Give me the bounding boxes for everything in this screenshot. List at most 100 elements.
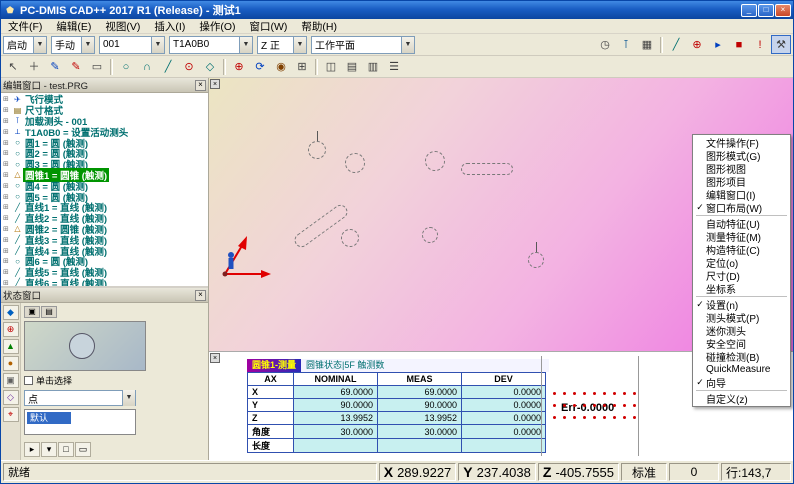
mark-tool-icon[interactable]: ✎ <box>66 57 86 76</box>
feature-mode-icon[interactable]: ◆ <box>3 305 19 320</box>
menu-item-5[interactable]: 窗口(W) <box>243 18 295 35</box>
checkbox-icon[interactable] <box>24 376 33 385</box>
prev-view-button[interactable]: ▸ <box>24 442 40 457</box>
workplane-combo[interactable]: Z 正▼ <box>257 36 307 54</box>
maximize-button[interactable]: □ <box>758 4 774 17</box>
tree-expand-icon[interactable]: ⊞ <box>3 95 12 103</box>
path-lines-button-icon[interactable]: ╱ <box>666 35 686 54</box>
tree-expand-icon[interactable]: ⊞ <box>3 257 12 265</box>
tree-expand-icon[interactable]: ⊞ <box>3 160 12 168</box>
menu-item-4[interactable]: 操作(O) <box>192 18 242 35</box>
collision-alert-button-icon[interactable]: ! <box>750 35 770 54</box>
plane-status-icon[interactable]: ▣ <box>3 373 19 388</box>
context-menu-item-12[interactable]: 坐标系 <box>694 282 789 295</box>
single-select-checkbox[interactable]: 单击选择 <box>24 374 205 387</box>
zoom-fit-tool-icon[interactable]: ◉ <box>271 57 291 76</box>
tree-expand-icon[interactable]: ⊞ <box>3 117 12 125</box>
report-close-icon[interactable]: × <box>210 353 220 363</box>
execute-button-icon[interactable]: ▸ <box>708 35 728 54</box>
line-feature-tool-icon[interactable]: ╱ <box>158 57 178 76</box>
chevron-down-icon[interactable]: ▼ <box>239 37 252 53</box>
context-menu-item-5[interactable]: ✓窗口布局(W) <box>694 201 789 214</box>
probe-hits-icon[interactable]: ⊕ <box>3 322 19 337</box>
preset-list[interactable]: 默认 <box>24 409 136 435</box>
probe-tip-combo[interactable]: T1A0B0▼ <box>169 36 253 54</box>
reset-view-button[interactable]: □ <box>58 442 74 457</box>
alignment-combo[interactable]: 启动▼ <box>3 36 47 54</box>
tree-expand-icon[interactable]: ⊞ <box>3 268 12 276</box>
mode-combo[interactable]: 手动▼ <box>51 36 95 54</box>
probe-file-combo[interactable]: 001▼ <box>99 36 165 54</box>
cad-slot-feature[interactable] <box>461 163 513 175</box>
box-select-tool-icon[interactable]: ▭ <box>87 57 107 76</box>
circle-feature-tool-icon[interactable]: ○ <box>116 57 136 76</box>
tree-expand-icon[interactable]: ⊞ <box>3 149 12 157</box>
point-feature-tool-icon[interactable]: ⊙ <box>179 57 199 76</box>
chevron-down-icon[interactable]: ▼ <box>401 37 414 53</box>
tree-expand-icon[interactable]: ⊞ <box>3 171 12 179</box>
minimize-button[interactable]: _ <box>741 4 757 17</box>
cad-circle-feature[interactable] <box>422 227 438 243</box>
arc-feature-tool-icon[interactable]: ∩ <box>137 57 157 76</box>
crosshair-tool-icon[interactable]: ＋ <box>24 57 44 76</box>
cad-circle-feature[interactable] <box>425 151 445 171</box>
cad-circle-feature[interactable] <box>528 252 544 268</box>
text-preview-tab[interactable]: ▤ <box>41 306 57 318</box>
program-edit-tool-icon[interactable]: ✎ <box>45 57 65 76</box>
tree-expand-icon[interactable]: ⊞ <box>3 128 12 136</box>
tree-item-17[interactable]: ⊞╱直线6 = 直线 (触测) <box>3 278 208 286</box>
tree-expand-icon[interactable]: ⊞ <box>3 106 12 114</box>
next-view-button[interactable]: ▾ <box>41 442 57 457</box>
cad-circle-feature[interactable] <box>345 153 365 173</box>
stop-button-icon[interactable]: ■ <box>729 35 749 54</box>
tree-expand-icon[interactable]: ⊞ <box>3 214 12 222</box>
text-view-tool-icon[interactable]: ▥ <box>363 57 383 76</box>
split-pane-tool-icon[interactable]: ◫ <box>321 57 341 76</box>
rotate-view-tool-icon[interactable]: ⟳ <box>250 57 270 76</box>
cad-close-icon[interactable]: × <box>210 79 220 89</box>
edit-window-close-icon[interactable]: × <box>195 80 206 91</box>
graphic-preview-tab[interactable]: ▣ <box>24 306 40 318</box>
tree-expand-icon[interactable]: ⊞ <box>3 236 12 244</box>
context-menu-item-20[interactable]: ✓向导 <box>694 376 789 389</box>
chevron-down-icon[interactable]: ▼ <box>151 37 164 53</box>
chevron-down-icon[interactable]: ▼ <box>81 37 94 53</box>
probe-toolbox-button-icon[interactable]: ⊺ <box>616 35 636 54</box>
cylinder-status-icon[interactable]: ◇ <box>3 390 19 405</box>
status-window-close-icon[interactable]: × <box>195 290 206 301</box>
menu-item-2[interactable]: 视图(V) <box>98 18 147 35</box>
tree-expand-icon[interactable]: ⊞ <box>3 279 12 286</box>
grid-view-tool-icon[interactable]: ⊞ <box>292 57 312 76</box>
timer-button-icon[interactable]: ◷ <box>595 35 615 54</box>
tree-expand-icon[interactable]: ⊞ <box>3 203 12 211</box>
chevron-down-icon[interactable]: ▼ <box>293 37 306 53</box>
tree-expand-icon[interactable]: ⊞ <box>3 247 12 255</box>
auto-circle-tool-icon[interactable]: ⊕ <box>229 57 249 76</box>
tree-expand-icon[interactable]: ⊞ <box>3 193 12 201</box>
menu-item-0[interactable]: 文件(F) <box>1 18 49 35</box>
fit-view-button[interactable]: ▭ <box>75 442 91 457</box>
context-menu-item-18[interactable]: 碰撞检测(B) <box>694 350 789 363</box>
select-tool-icon[interactable]: ↖ <box>3 57 23 76</box>
sphere-status-icon[interactable]: ● <box>3 356 19 371</box>
point-info-button-icon[interactable]: ⊕ <box>687 35 707 54</box>
plane-feature-tool-icon[interactable]: ◇ <box>200 57 220 76</box>
cad-circle-feature[interactable] <box>341 229 359 247</box>
chevron-down-icon[interactable]: ▼ <box>122 390 135 406</box>
cone-status-icon[interactable]: ▲ <box>3 339 19 354</box>
report-view-tool-icon[interactable]: ▤ <box>342 57 362 76</box>
list-view-tool-icon[interactable]: ☰ <box>384 57 404 76</box>
tree-expand-icon[interactable]: ⊞ <box>3 182 12 190</box>
menu-item-3[interactable]: 插入(I) <box>147 18 192 35</box>
menu-item-1[interactable]: 编辑(E) <box>49 18 98 35</box>
tree-expand-icon[interactable]: ⊞ <box>3 225 12 233</box>
target-status-icon[interactable]: ⌖ <box>3 407 19 422</box>
chevron-down-icon[interactable]: ▼ <box>33 37 46 53</box>
menu-item-6[interactable]: 帮助(H) <box>294 18 344 35</box>
context-menu-item-22[interactable]: 自定义(z) <box>694 392 789 405</box>
tools-button-icon[interactable]: ⚒ <box>771 35 791 54</box>
point-type-combo[interactable]: 点 ▼ <box>24 390 136 406</box>
close-button[interactable]: × <box>775 4 791 17</box>
preset-list-selected[interactable]: 默认 <box>27 412 71 424</box>
view-set-combo[interactable]: 工作平面▼ <box>311 36 415 54</box>
